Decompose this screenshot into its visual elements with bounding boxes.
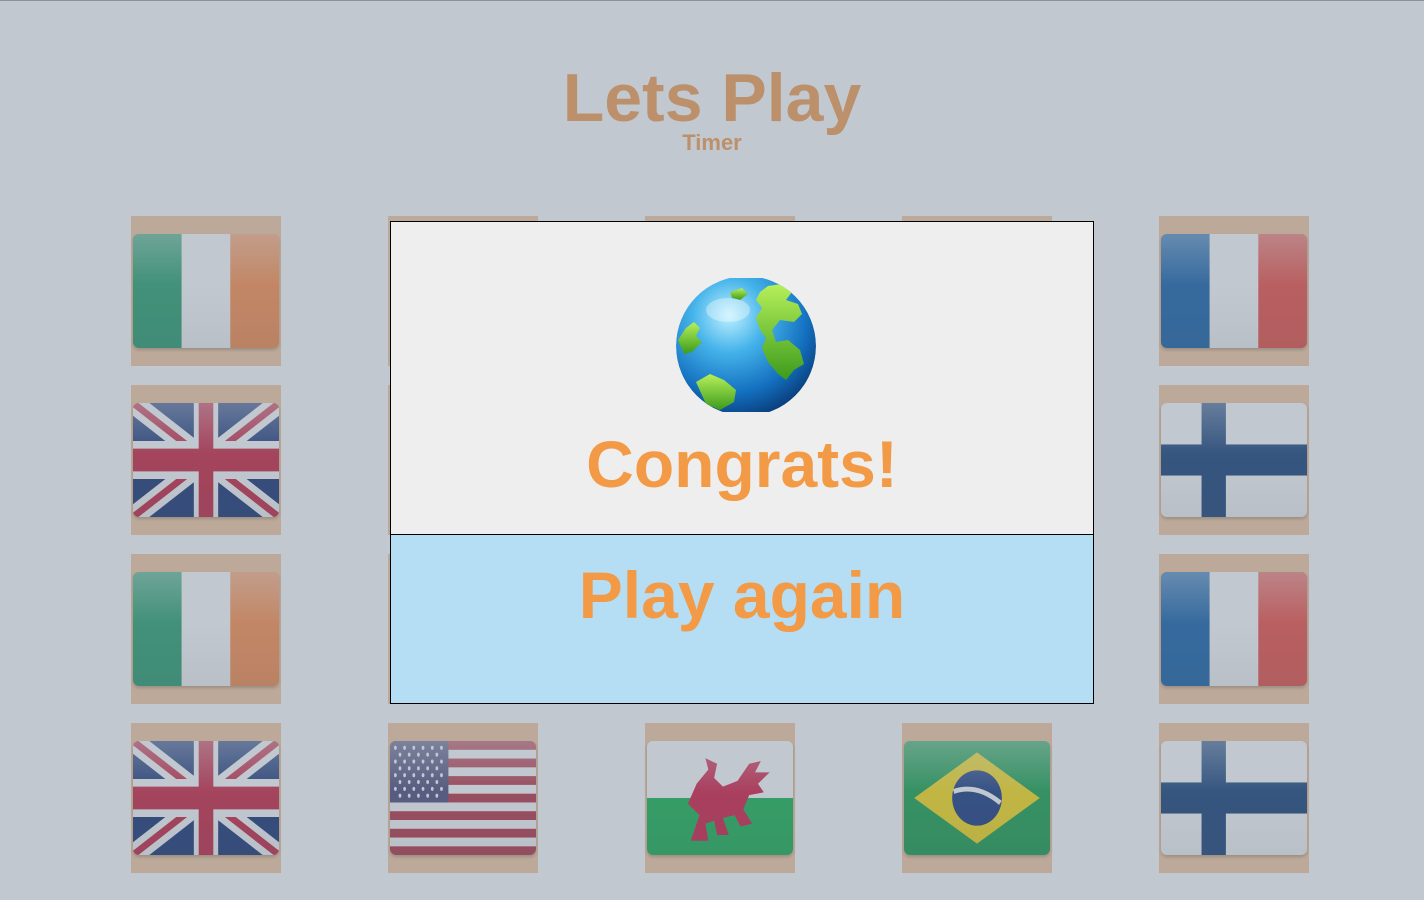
globe-icon bbox=[676, 276, 816, 416]
dialog-body: Congrats! bbox=[391, 222, 1093, 535]
congrats-dialog: Congrats! Play again bbox=[390, 221, 1094, 704]
congrats-message: Congrats! bbox=[586, 427, 898, 501]
play-again-label: Play again bbox=[578, 558, 906, 632]
top-border bbox=[0, 0, 1424, 1]
play-again-button[interactable]: Play again bbox=[391, 535, 1093, 703]
